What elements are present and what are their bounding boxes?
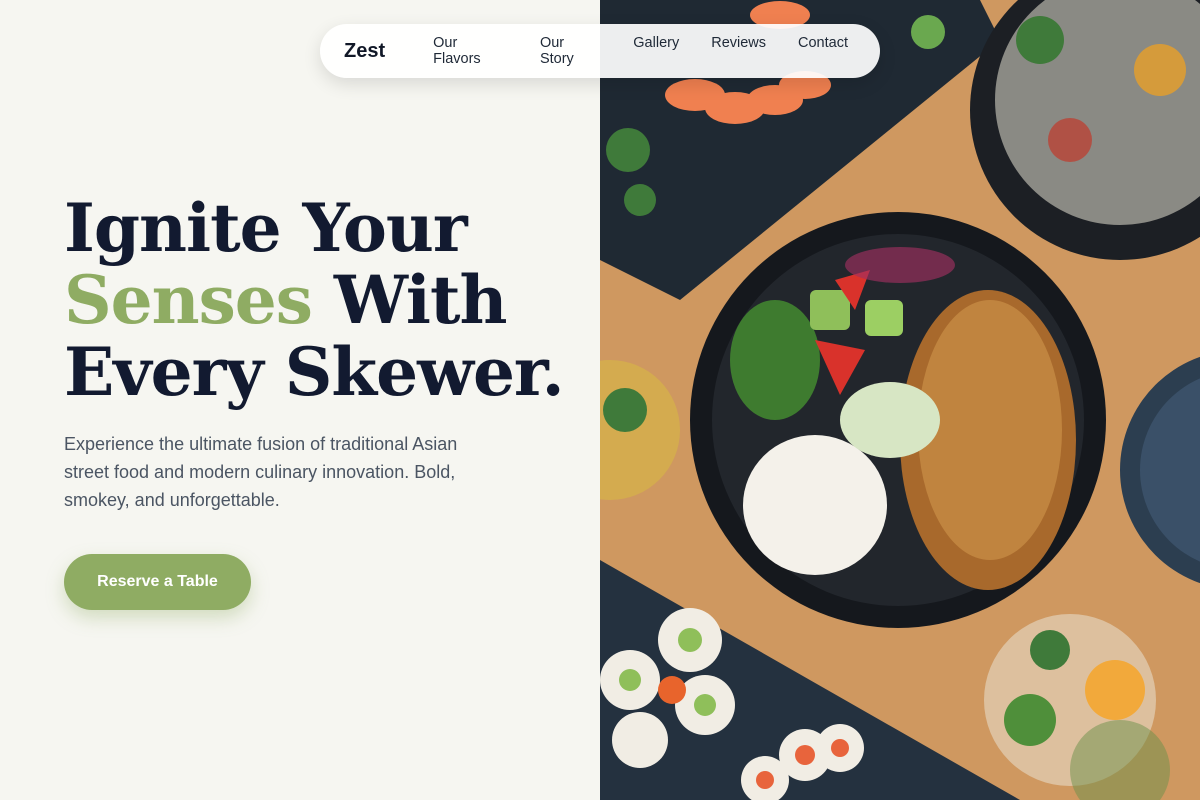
food-photo-icon — [600, 0, 1200, 800]
top-nav: Zest Our Flavors Our Story Gallery Revie… — [320, 24, 880, 78]
hero-subtext: Experience the ultimate fusion of tradit… — [64, 434, 458, 510]
nav-link-gallery[interactable]: Gallery — [633, 35, 679, 67]
nav-link-contact[interactable]: Contact — [798, 35, 848, 67]
headline-accent: Senses — [64, 261, 313, 339]
nav-links: Our Flavors Our Story Gallery Reviews Co… — [433, 35, 880, 67]
hero-headline: Ignite Your Senses With Every Skewer. — [64, 189, 565, 411]
headline-line-2: With — [311, 261, 508, 339]
nav-link-our-flavors[interactable]: Our Flavors — [433, 35, 508, 67]
headline-line-1: Ignite Your — [64, 189, 468, 267]
food-photo — [600, 0, 1200, 800]
nav-link-our-story[interactable]: Our Story — [540, 35, 601, 67]
brand-logo[interactable]: Zest — [344, 40, 385, 63]
headline-line-3: Every Skewer. — [64, 333, 565, 411]
nav-link-reviews[interactable]: Reviews — [711, 35, 766, 67]
hero-left-panel: Ignite Your Senses With Every Skewer. Ex… — [0, 0, 600, 800]
reserve-table-button[interactable]: Reserve a Table — [64, 554, 251, 610]
